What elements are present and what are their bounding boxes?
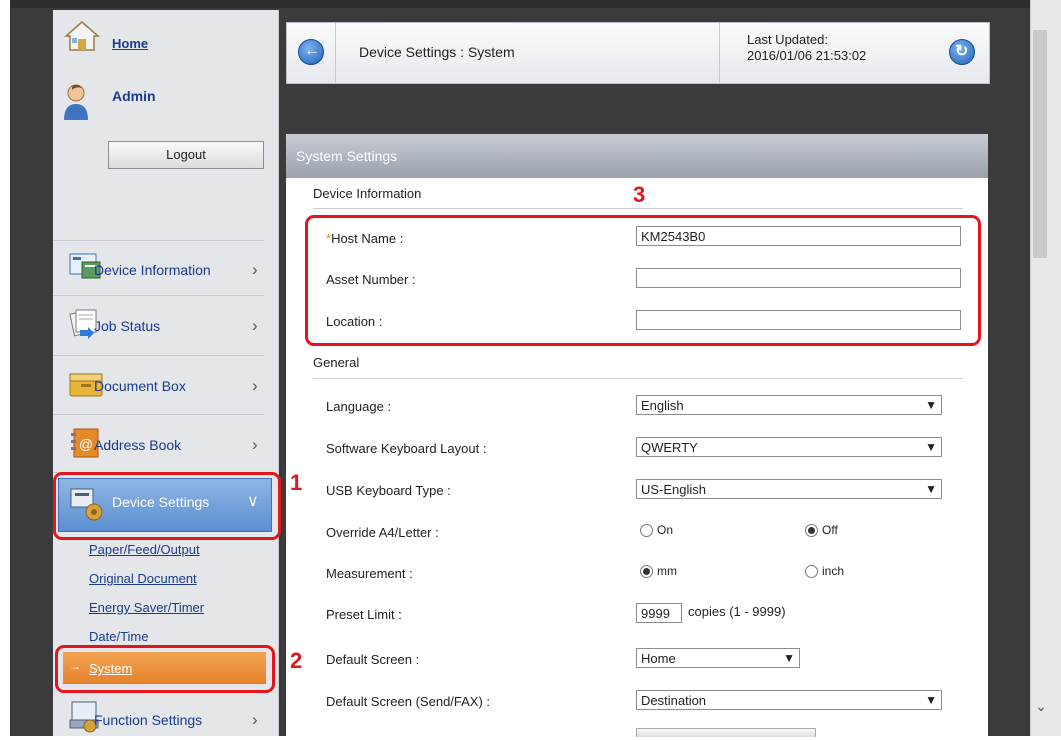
section-divider [313, 378, 963, 379]
language-select[interactable]: English ▼ [636, 395, 942, 415]
last-updated-value: 2016/01/06 21:53:02 [747, 48, 867, 63]
callout-box-2 [55, 645, 275, 693]
measurement-label: Measurement : [326, 566, 413, 581]
sub-link-original-document[interactable]: Original Document [89, 571, 197, 586]
language-value: English [641, 398, 684, 413]
sub-link-energy-saver-timer[interactable]: Energy Saver/Timer [89, 600, 204, 615]
usb-keyboard-value: US-English [641, 482, 707, 497]
override-on-label: On [657, 523, 674, 537]
sub-link-date-time[interactable]: Date/Time [89, 629, 148, 644]
callout-number-1: 1 [290, 470, 303, 495]
sidebar-item-device-information[interactable]: Device Information › [68, 250, 264, 290]
chevron-down-icon: ▼ [925, 482, 937, 496]
page-title: Device Settings : System [359, 44, 515, 60]
sidebar-item-label: Address Book [94, 437, 182, 453]
window-top-edge [10, 0, 1030, 8]
nav-divider [53, 240, 264, 241]
chevron-right-icon: › [252, 710, 258, 729]
sidebar-item-address-book[interactable]: @ Address Book › [68, 425, 264, 465]
default-screen-fax-select[interactable]: Destination ▼ [636, 690, 942, 710]
chevron-right-icon: › [252, 260, 258, 279]
section-divider [313, 208, 963, 209]
last-updated: Last Updated: 2016/01/06 21:53:02 [747, 32, 866, 64]
last-updated-label: Last Updated: [747, 32, 828, 47]
override-label: Override A4/Letter : [326, 525, 439, 540]
preset-limit-input[interactable]: 9999 [636, 603, 682, 623]
refresh-icon: ↻ [955, 43, 969, 60]
preset-limit-label: Preset Limit : [326, 607, 402, 622]
default-screen-select[interactable]: Home ▼ [636, 648, 800, 668]
scroll-down-icon[interactable]: ⌄ [1033, 698, 1049, 716]
header-bar: ← Device Settings : System Last Updated:… [286, 22, 990, 84]
chevron-down-icon: ▼ [925, 398, 937, 412]
logout-button[interactable]: Logout [108, 141, 264, 169]
sidebar-item-label: Job Status [94, 318, 161, 334]
chevron-down-icon: ▼ [783, 651, 795, 665]
home-icon[interactable] [64, 20, 100, 52]
user-icon [64, 84, 88, 120]
sidebar-item-function-settings[interactable]: Function Settings › [68, 700, 264, 740]
language-label: Language : [326, 399, 392, 414]
override-off-radio[interactable]: Off [805, 523, 838, 538]
svg-text:@: @ [79, 436, 93, 452]
override-on-radio[interactable]: On [640, 523, 674, 538]
preset-limit-suffix: copies (1 - 9999) [688, 604, 786, 619]
sidebar-item-job-status[interactable]: Job Status › [68, 306, 264, 346]
refresh-button[interactable]: ↻ [949, 39, 975, 65]
keyboard-layout-select[interactable]: QWERTY ▼ [636, 437, 942, 457]
default-screen-fax-label: Default Screen (Send/FAX) : [326, 694, 491, 709]
nav-divider [53, 355, 264, 356]
usb-keyboard-select[interactable]: US-English ▼ [636, 479, 942, 499]
chevron-down-icon: ▼ [925, 693, 937, 707]
default-screen-value: Home [641, 651, 676, 666]
nav-divider [53, 295, 264, 296]
measurement-inch-radio[interactable]: inch [805, 564, 845, 579]
panel-title: System Settings [296, 148, 398, 164]
sidebar-item-document-box[interactable]: Document Box › [68, 366, 264, 406]
callout-number-2: 2 [290, 648, 303, 673]
sidebar-item-label: Device Information [94, 262, 211, 278]
panel-title-bar: System Settings [286, 134, 988, 178]
home-link[interactable]: Home [112, 36, 148, 51]
chevron-right-icon: › [252, 316, 258, 335]
default-screen-fax-value: Destination [641, 693, 707, 708]
back-button[interactable]: ← [298, 39, 324, 65]
user-name: Admin [112, 88, 156, 104]
chevron-right-icon: › [252, 435, 258, 454]
arrow-left-icon: ← [304, 42, 320, 59]
keyboard-layout-value: QWERTY [641, 440, 698, 455]
chevron-right-icon: › [252, 376, 258, 395]
measurement-inch-label: inch [822, 564, 845, 578]
callout-number-3: 3 [633, 182, 646, 207]
measurement-mm-label: mm [657, 564, 677, 578]
callout-box-1 [53, 472, 281, 540]
section-device-information: Device Information [313, 186, 422, 201]
section-general: General [313, 355, 360, 370]
measurement-mm-radio[interactable]: mm [640, 564, 677, 579]
header-divider [719, 23, 720, 83]
callout-box-3 [305, 215, 981, 346]
radio-circle-selected [805, 524, 818, 538]
sidebar-item-label: Function Settings [94, 712, 203, 728]
window-left-edge [0, 0, 10, 736]
sidebar-item-label: Document Box [94, 378, 186, 394]
nav-divider [53, 414, 264, 415]
radio-circle [805, 565, 818, 579]
header-divider [335, 23, 336, 83]
chevron-down-icon: ▼ [925, 440, 937, 454]
radio-circle-selected [640, 565, 653, 579]
override-off-label: Off [822, 523, 838, 537]
scrollbar-thumb[interactable] [1033, 30, 1047, 258]
sub-link-paper-feed-output[interactable]: Paper/Feed/Output [89, 542, 200, 557]
default-screen-label: Default Screen : [326, 652, 420, 667]
usb-keyboard-label: USB Keyboard Type : [326, 483, 451, 498]
radio-circle [640, 524, 653, 538]
keyboard-layout-label: Software Keyboard Layout : [326, 441, 487, 456]
